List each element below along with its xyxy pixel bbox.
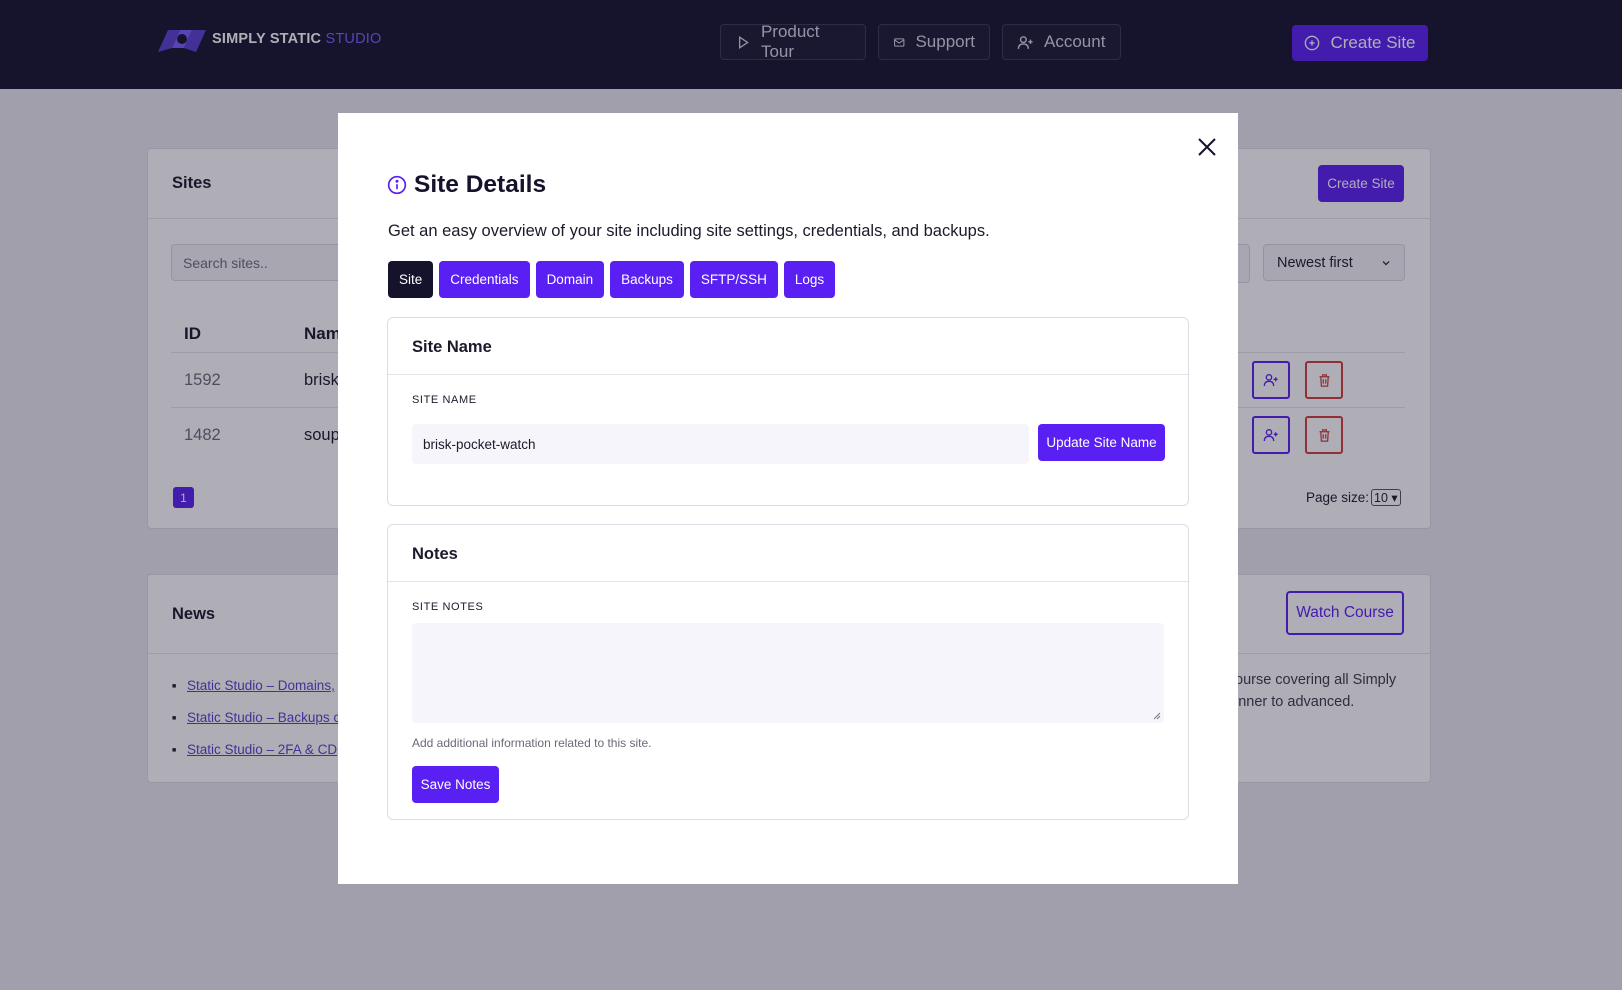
site-notes-help: Add additional information related to th… [412, 736, 652, 750]
modal-title-text: Site Details [414, 171, 547, 198]
site-name-input[interactable]: brisk-pocket-watch [412, 424, 1029, 464]
tab-credentials[interactable]: Credentials [439, 261, 530, 298]
site-name-heading: Site Name [412, 338, 492, 356]
modal-subtitle: Get an easy overview of your site includ… [388, 222, 990, 240]
modal-tabs: Site Credentials Domain Backups SFTP/SSH… [388, 261, 836, 298]
tab-domain[interactable]: Domain [535, 261, 605, 298]
tab-sftp-ssh[interactable]: SFTP/SSH [689, 261, 778, 298]
notes-panel: Notes SITE NOTES Add additional informat… [387, 524, 1189, 820]
save-notes-button[interactable]: Save Notes [412, 766, 499, 803]
panel-divider [388, 374, 1188, 375]
resize-handle-icon[interactable] [1153, 712, 1161, 720]
close-icon[interactable] [1192, 132, 1222, 162]
panel-divider [388, 581, 1188, 582]
tab-site[interactable]: Site [388, 261, 434, 298]
site-name-value: brisk-pocket-watch [423, 436, 536, 452]
site-notes-label: SITE NOTES [412, 601, 484, 613]
tab-backups[interactable]: Backups [610, 261, 684, 298]
site-name-panel: Site Name SITE NAME brisk-pocket-watch U… [387, 317, 1189, 506]
site-notes-textarea[interactable] [412, 623, 1164, 723]
site-name-label: SITE NAME [412, 394, 477, 406]
update-site-name-button[interactable]: Update Site Name [1038, 424, 1165, 461]
modal-title: Site Details [387, 171, 546, 199]
notes-heading: Notes [412, 545, 458, 563]
info-icon [387, 175, 407, 195]
tab-logs[interactable]: Logs [783, 261, 836, 298]
